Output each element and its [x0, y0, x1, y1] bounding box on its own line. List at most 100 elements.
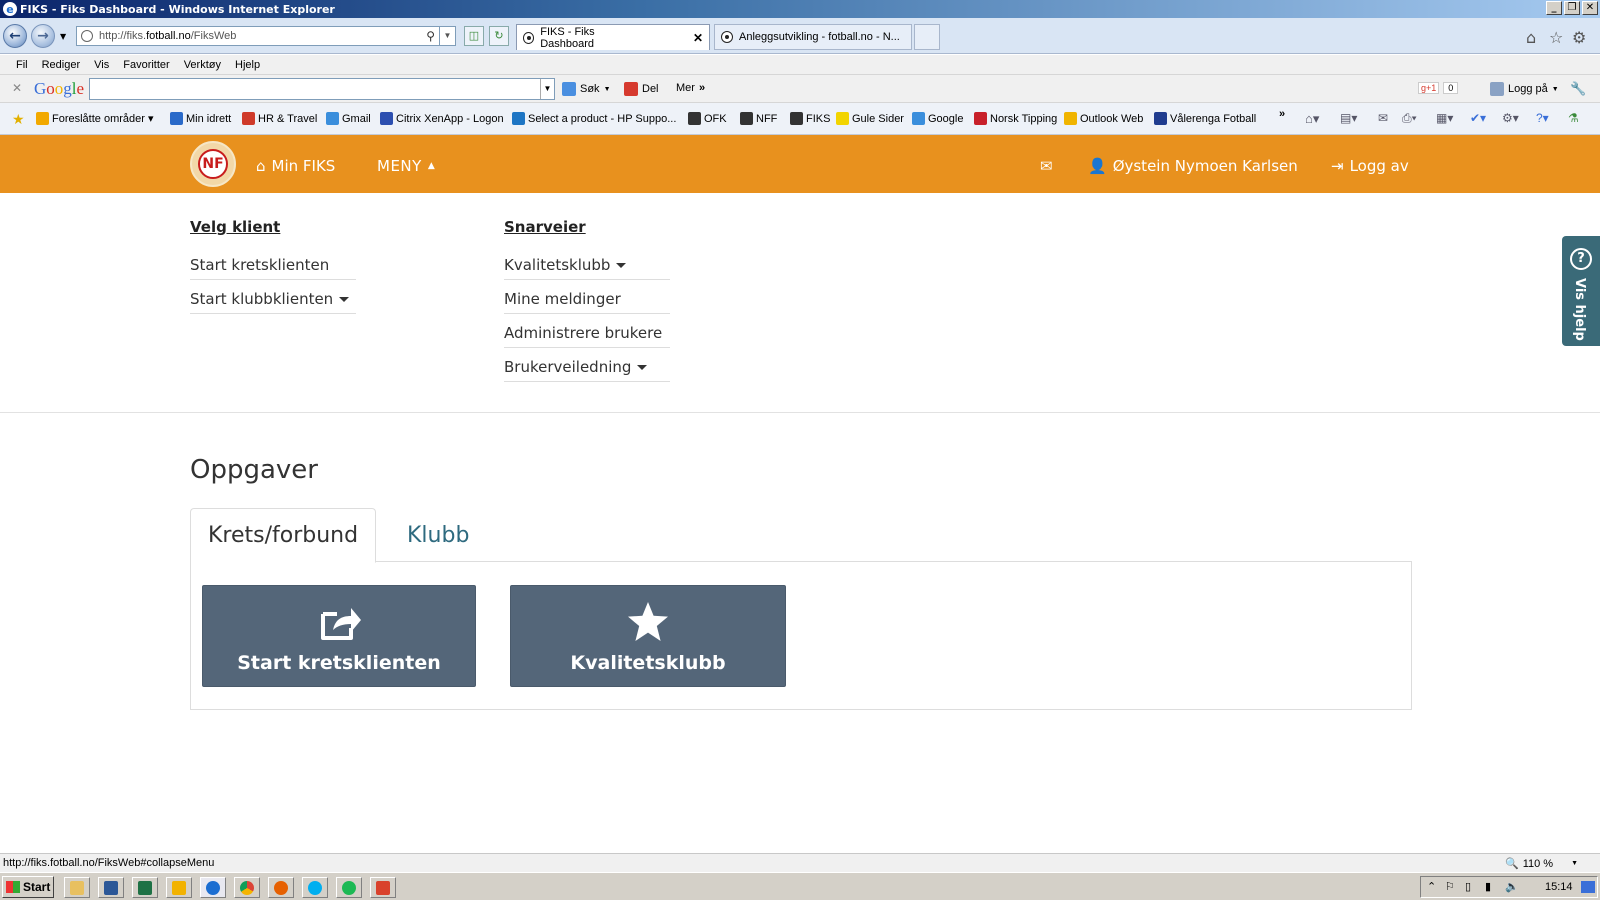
safety-icon[interactable]: ✔▾: [1470, 111, 1486, 125]
close-toolbar-icon[interactable]: ✕: [12, 81, 22, 95]
compatibility-view-button[interactable]: ◫: [464, 26, 484, 46]
gear-icon[interactable]: ⚙: [1572, 28, 1586, 47]
firefox-taskbar-icon[interactable]: [268, 877, 294, 898]
favorite-link[interactable]: Norsk Tipping: [974, 112, 1057, 125]
mail-icon[interactable]: ✉: [1378, 111, 1388, 125]
address-dropdown-icon[interactable]: ▼: [439, 27, 455, 45]
address-url[interactable]: http://fiks.fotball.no/FiksWeb: [99, 30, 236, 42]
tab-fiks-dashboard[interactable]: FIKS - Fiks Dashboard ✕: [516, 24, 710, 50]
mine-meldinger-link[interactable]: Mine meldinger: [504, 290, 670, 314]
device-icon[interactable]: ▯: [1465, 880, 1471, 893]
print-icon[interactable]: ⎙▾: [1402, 111, 1417, 126]
favorite-link[interactable]: Vålerenga Fotball: [1154, 112, 1256, 125]
outlook-taskbar-icon[interactable]: [166, 877, 192, 898]
google-search-input[interactable]: ▼: [89, 78, 555, 100]
logout-link[interactable]: ⇥ Logg av: [1331, 157, 1409, 175]
tools-gear-icon[interactable]: ⚙▾: [1502, 111, 1519, 125]
favorites-star-icon[interactable]: ☆: [1549, 28, 1563, 47]
tab-klubb[interactable]: Klubb: [390, 508, 486, 563]
menu-verktoy[interactable]: Verktøy: [184, 59, 221, 71]
research-icon[interactable]: ⚗: [1568, 111, 1579, 125]
explorer-taskbar-icon[interactable]: [64, 877, 90, 898]
help-icon[interactable]: ?▾: [1536, 111, 1549, 125]
back-button[interactable]: ←: [3, 24, 27, 48]
login-button[interactable]: Logg på ▼: [1490, 82, 1559, 96]
user-profile-link[interactable]: 👤 Øystein Nymoen Karlsen: [1088, 157, 1298, 175]
tab-anleggsutvikling[interactable]: Anleggsutvikling - fotball.no - N...: [714, 24, 912, 50]
favorite-label: HR & Travel: [258, 112, 318, 125]
new-tab-button[interactable]: [914, 24, 940, 50]
excel-taskbar-icon[interactable]: [132, 877, 158, 898]
network-icon[interactable]: ▮: [1485, 880, 1491, 893]
ie-taskbar-icon[interactable]: [200, 877, 226, 898]
address-bar[interactable]: http://fiks.fotball.no/FiksWeb ⚲ ▼: [76, 26, 456, 46]
menu-rediger[interactable]: Rediger: [42, 59, 81, 71]
kvalitetsklubb-tile[interactable]: Kvalitetsklubb: [510, 585, 786, 687]
administrere-brukere-link[interactable]: Administrere brukere: [504, 324, 670, 348]
favorite-link[interactable]: FIKS: [790, 112, 830, 125]
brukerveiledning-link[interactable]: Brukerveiledning: [504, 358, 670, 382]
favorites-star-icon[interactable]: ★: [12, 111, 25, 128]
vis-hjelp-tab[interactable]: ? Vis hjelp: [1562, 236, 1600, 346]
favorite-link[interactable]: HR & Travel: [242, 112, 317, 125]
favorite-link[interactable]: NFF: [740, 112, 777, 125]
page-icon[interactable]: ▦▾: [1436, 111, 1453, 125]
clock[interactable]: 15:14: [1545, 881, 1573, 893]
feeds-icon[interactable]: ▤▾: [1340, 111, 1357, 125]
flag-icon[interactable]: ⚐: [1445, 880, 1455, 893]
start-kretsklienten-tile[interactable]: Start kretsklienten: [202, 585, 476, 687]
close-tab-icon[interactable]: ✕: [693, 31, 703, 45]
close-window-button[interactable]: ✕: [1582, 1, 1598, 15]
start-klubbklienten-link[interactable]: Start klubbklienten: [190, 290, 356, 314]
favorite-link[interactable]: Gule Sider: [836, 112, 904, 125]
start-button[interactable]: Start: [2, 876, 54, 898]
app-taskbar-icon[interactable]: [370, 877, 396, 898]
home-icon[interactable]: ⌂▾: [1305, 111, 1319, 127]
search-dropdown-icon[interactable]: ▼: [540, 79, 554, 99]
favorite-link[interactable]: Google: [912, 112, 963, 125]
history-dropdown-icon[interactable]: ▼: [60, 32, 66, 41]
zoom-level: 110 %: [1522, 857, 1554, 870]
wrench-icon[interactable]: 🔧: [1570, 81, 1586, 97]
more-favorites-icon[interactable]: »: [1279, 108, 1285, 120]
favorite-link[interactable]: OFK: [688, 112, 727, 125]
word-taskbar-icon[interactable]: [98, 877, 124, 898]
menu-favoritter[interactable]: Favoritter: [123, 59, 169, 71]
tray-expand-icon[interactable]: ⌃: [1427, 880, 1436, 893]
show-desktop-icon[interactable]: [1581, 881, 1595, 893]
windows-logo-icon: [6, 881, 20, 893]
min-fiks-link[interactable]: ⌂ Min FIKS: [256, 157, 335, 175]
tab-krets-forbund[interactable]: Krets/forbund: [190, 508, 377, 563]
messages-button[interactable]: ✉: [1040, 157, 1053, 175]
favorite-link[interactable]: Min idrett: [170, 112, 231, 125]
menu-fil[interactable]: Fil: [16, 59, 28, 71]
kvalitetsklubb-link[interactable]: Kvalitetsklubb: [504, 256, 670, 280]
volume-icon[interactable]: 🔈: [1505, 880, 1519, 893]
google-search-button[interactable]: Søk ▼: [562, 82, 611, 96]
favorite-link[interactable]: Gmail: [326, 112, 371, 125]
more-button[interactable]: Mer »: [676, 82, 705, 94]
home-icon[interactable]: ⌂: [1526, 28, 1536, 47]
favorite-link[interactable]: Select a product - HP Suppo...: [512, 112, 676, 125]
skype-taskbar-icon[interactable]: [302, 877, 328, 898]
more-label: Mer: [676, 82, 695, 94]
favorite-link[interactable]: Foreslåtte områder ▾: [36, 112, 153, 125]
search-magnifier-icon[interactable]: ⚲: [426, 29, 435, 43]
menu-hjelp[interactable]: Hjelp: [235, 59, 260, 71]
meny-toggle[interactable]: MENY ▲: [377, 157, 435, 175]
chrome-taskbar-icon[interactable]: [234, 877, 260, 898]
maximize-button[interactable]: ❐: [1564, 1, 1580, 15]
refresh-button[interactable]: ↻: [489, 26, 509, 46]
forward-button[interactable]: →: [31, 24, 55, 48]
zoom-control[interactable]: 🔍 110 % ▼: [1505, 857, 1578, 871]
plusone-button[interactable]: g+1 0: [1418, 82, 1459, 94]
favorite-link[interactable]: Outlook Web: [1064, 112, 1143, 125]
minimize-button[interactable]: _: [1546, 1, 1562, 15]
share-button[interactable]: Del: [624, 82, 659, 96]
favorite-link[interactable]: Citrix XenApp - Logon: [380, 112, 504, 125]
avatar-icon: [1490, 82, 1504, 96]
spotify-taskbar-icon[interactable]: [336, 877, 362, 898]
menu-vis[interactable]: Vis: [94, 59, 109, 71]
start-kretsklienten-link[interactable]: Start kretsklienten: [190, 256, 356, 280]
nff-logo[interactable]: NF: [190, 141, 236, 187]
